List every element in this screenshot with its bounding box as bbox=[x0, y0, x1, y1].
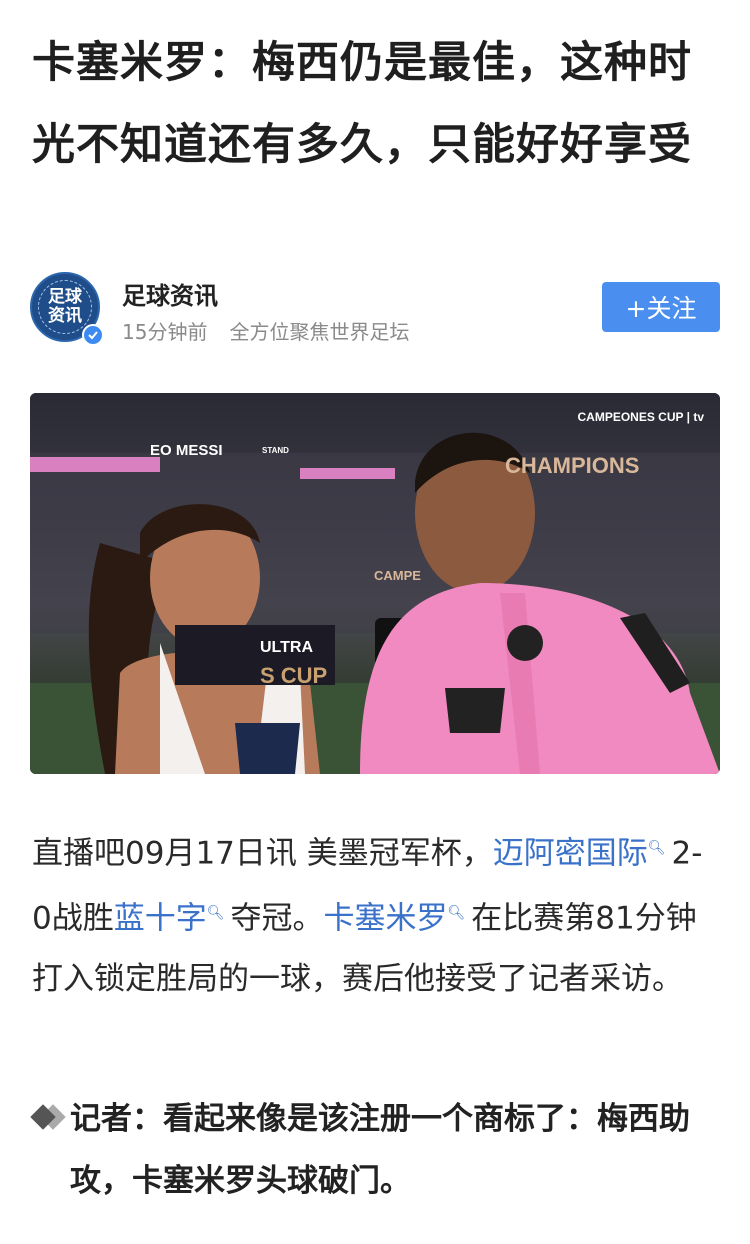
banner-campeones: CAMPE bbox=[374, 568, 421, 583]
link-casemiro[interactable]: 卡塞米罗 bbox=[324, 901, 448, 937]
author-avatar[interactable]: 足球资讯 bbox=[30, 272, 104, 346]
publish-time: 15分钟前 bbox=[122, 320, 208, 344]
banner-stand: STAND bbox=[262, 446, 289, 455]
photo-scene bbox=[30, 432, 720, 774]
banner-cup: S CUP bbox=[260, 663, 328, 688]
article-page: 卡塞米罗：梅西仍是最佳，这种时光不知道还有多久，只能好好享受 足球资讯 足球资讯… bbox=[0, 0, 750, 1244]
verified-check-icon bbox=[82, 324, 104, 346]
author-meta: 15分钟前 全方位聚焦世界足坛 bbox=[122, 316, 409, 345]
search-icon[interactable]: 🔍︎ bbox=[207, 905, 225, 921]
banner-champions: CHAMPIONS bbox=[505, 453, 640, 478]
link-cruz-azul[interactable]: 蓝十字 bbox=[114, 901, 207, 937]
author-bar: 足球资讯 足球资讯 15分钟前 全方位聚焦世界足坛 +关注 bbox=[30, 270, 720, 348]
banner-messi: EO MESSI bbox=[150, 442, 223, 459]
article-photo[interactable]: EO MESSI STAND CHAMPIONS ULTRA S CUP CAM… bbox=[30, 393, 720, 774]
follow-button[interactable]: +关注 bbox=[602, 282, 720, 332]
article-body: 直播吧09月17日讯 美墨冠军杯，迈阿密国际🔍︎ 2-0战胜蓝十字🔍︎ 夺冠。卡塞米… bbox=[32, 835, 703, 997]
article-title: 卡塞米罗：梅西仍是最佳，这种时光不知道还有多久，只能好好享受 bbox=[32, 38, 692, 170]
broadcaster-logo: CAMPEONES CUP | tv bbox=[577, 410, 705, 424]
author-tagline: 全方位聚焦世界足坛 bbox=[229, 320, 410, 344]
author-name[interactable]: 足球资讯 bbox=[122, 276, 218, 311]
quote-text: 记者：看起来像是该注册一个商标了：梅西助攻，卡塞米罗头球破门。 bbox=[70, 1101, 690, 1199]
banner-ultra: ULTRA bbox=[260, 639, 314, 656]
link-inter-miami[interactable]: 迈阿密国际 bbox=[493, 835, 648, 871]
avatar-logo-text: 足球资讯 bbox=[48, 287, 82, 326]
search-icon[interactable]: 🔍︎ bbox=[648, 840, 666, 856]
search-icon[interactable]: 🔍︎ bbox=[448, 905, 466, 921]
